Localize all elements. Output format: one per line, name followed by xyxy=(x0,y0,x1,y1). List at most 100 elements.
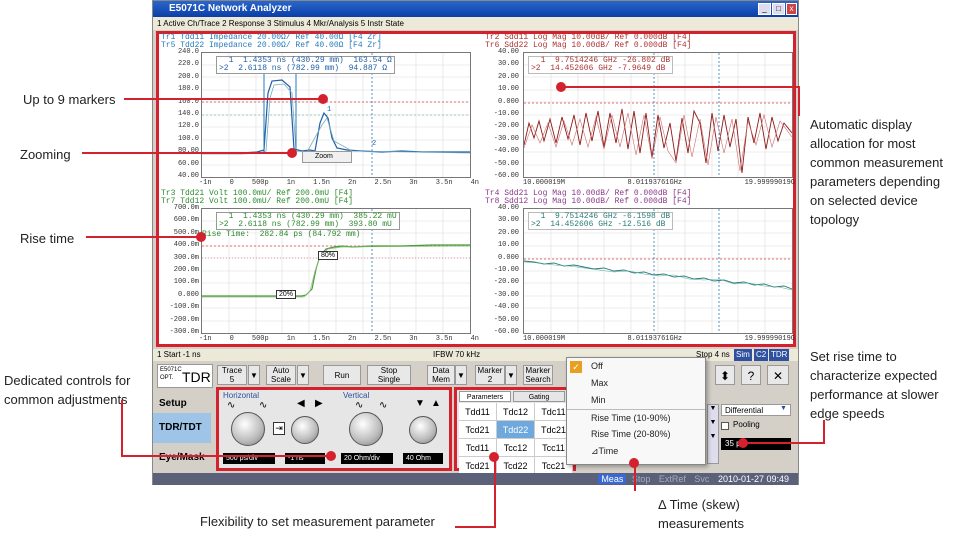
down-arrow-icon[interactable]: ▼ xyxy=(415,398,425,409)
ytick: -50.00 xyxy=(493,159,519,168)
xtick: 3n xyxy=(409,335,418,343)
zoom-context-menu[interactable]: Zoom xyxy=(302,151,352,163)
close-window-button[interactable]: x xyxy=(786,3,797,15)
xtick: 10.000019M xyxy=(523,335,566,343)
ytick: 300.0m xyxy=(173,253,199,262)
xtick: 19.99999019G xyxy=(744,179,795,187)
trace-label: Trace xyxy=(221,366,243,375)
status-start: 1 Start -1 ns xyxy=(157,350,201,359)
zoom-leader-dot xyxy=(287,148,297,158)
data-label: Data xyxy=(432,366,450,375)
window-title: E5071C Network Analyzer xyxy=(169,3,292,14)
ytick: 30.00 xyxy=(497,60,519,69)
param-cell[interactable]: Tdc12 xyxy=(497,403,535,421)
plot-tl-grid: 1 2 1 1.4353 ns (430.29 mm) 163.54 Ω >2 … xyxy=(201,52,471,178)
plot-bl-marker-box: 1 1.4353 ns (430.29 mm) 385.22 mU >2 2.6… xyxy=(216,212,400,230)
menu-bar[interactable]: 1 Active Ch/Trace 2 Response 3 Stimulus … xyxy=(153,17,798,30)
status-ifbw: IFBW 70 kHz xyxy=(433,350,481,359)
pooling-checkbox[interactable] xyxy=(721,422,729,430)
right-arrow-icon[interactable]: ▶ xyxy=(315,398,323,409)
callout-zooming: Zooming xyxy=(20,147,71,162)
up-down-icon[interactable]: ⬍ xyxy=(715,365,735,385)
xtick: 1.5n xyxy=(313,179,330,187)
data-dropdown-icon[interactable]: ▼ xyxy=(455,365,467,385)
link-icon[interactable]: ⇥ xyxy=(273,422,285,435)
param-cell-selected[interactable]: Tdd22 xyxy=(497,421,535,439)
xtick: 8.01193761GHz xyxy=(627,335,683,343)
plot-tl-yticks: 240.0 220.0 200.0 180.0 160.0 140.0 120.… xyxy=(169,48,199,184)
vertical-scale-value[interactable]: 20 Ohm/div xyxy=(341,453,393,464)
single-label: Single xyxy=(377,375,401,384)
rise-leader-dot xyxy=(196,232,206,242)
ytick: -200.0m xyxy=(169,315,199,324)
trace-button[interactable]: Trace 5 xyxy=(217,365,247,385)
tab-eye-mask[interactable]: Eye/Mask xyxy=(153,443,211,473)
param-grid: Tdd11 Tdc12 Tdc11 Tcd21 Tdd22 Tdc21 Tcd1… xyxy=(459,403,574,475)
xtick: 2.5n xyxy=(374,335,392,343)
callout-delta-time: Δ Time (skew) measurements xyxy=(658,497,744,531)
xtick: 10.000019M xyxy=(523,179,566,187)
data-mem-button[interactable]: Data Mem xyxy=(427,365,455,385)
marker-button[interactable]: Marker 2 xyxy=(475,365,505,385)
autoscale-dropdown-icon[interactable]: ▼ xyxy=(297,365,309,385)
flex-leader-vline xyxy=(494,457,496,527)
status-stop-indicator: Stop xyxy=(631,474,651,484)
status-sim: Sim xyxy=(734,349,752,361)
scroll-arrows[interactable]: ▼ ▼ ▼ xyxy=(707,404,719,464)
left-arrow-icon[interactable]: ◀ xyxy=(297,398,305,409)
callout-dedicated-controls: Dedicated controls for common adjustment… xyxy=(4,373,131,407)
run-button[interactable]: Run xyxy=(323,365,361,385)
tab-parameters[interactable]: Parameters xyxy=(459,391,511,402)
rise-time-field[interactable]: 35 ps xyxy=(721,438,791,450)
ytick: -60.00 xyxy=(493,171,519,180)
auto-leader-dot xyxy=(556,82,566,92)
setrise-leader-hline xyxy=(745,442,825,444)
menu-item-max[interactable]: Max xyxy=(567,375,705,392)
horizontal-title: Horizontal xyxy=(223,391,260,400)
xtick: -1n xyxy=(199,179,212,187)
trace-dropdown-icon[interactable]: ▼ xyxy=(248,365,260,385)
param-cell[interactable]: Tcc12 xyxy=(497,439,535,457)
xtick: -1n xyxy=(199,335,212,343)
ytick: 20.00 xyxy=(497,72,519,81)
status-extref: ExtRef xyxy=(658,474,686,484)
menu-item-off[interactable]: Off xyxy=(567,358,705,375)
marker-label: Marker xyxy=(477,366,503,375)
vertical-position-value[interactable]: 40 Ohm xyxy=(403,453,443,464)
param-cell[interactable]: Tdd11 xyxy=(459,403,497,421)
menu-item-rise-20-80[interactable]: Rise Time (20-80%) xyxy=(567,426,705,443)
ytick: 20.00 xyxy=(497,228,519,237)
vertical-scale-knob[interactable] xyxy=(349,412,383,446)
tab-gating[interactable]: Gating xyxy=(513,391,565,402)
tab-tdr-tdt[interactable]: TDR/TDT xyxy=(153,413,211,443)
vertical-scale-icon: ∿ xyxy=(355,400,364,411)
marker-search-button[interactable]: Marker Search xyxy=(523,365,553,385)
callout-rise-time: Rise time xyxy=(20,231,75,246)
xtick: 1n xyxy=(286,179,296,187)
param-cell[interactable]: Tcd21 xyxy=(459,421,497,439)
trace-value: 5 xyxy=(229,375,235,384)
analyzer-window: E5071C Network Analyzer _ □ x 1 Active C… xyxy=(152,0,799,485)
svg-text:2: 2 xyxy=(372,140,376,148)
menu-item-min[interactable]: Min xyxy=(567,392,705,409)
maximize-button[interactable]: □ xyxy=(772,3,785,15)
up-arrow-icon[interactable]: ▲ xyxy=(431,398,441,409)
xtick: 500p xyxy=(251,335,269,343)
stop-single-button[interactable]: Stop Single xyxy=(367,365,411,385)
help-button[interactable]: ? xyxy=(741,365,761,385)
marker-dropdown-icon[interactable]: ▼ xyxy=(505,365,517,385)
horizontal-scale-knob[interactable] xyxy=(231,412,265,446)
minimize-button[interactable]: _ xyxy=(758,3,771,15)
horizontal-position-knob[interactable] xyxy=(291,416,319,444)
ytick: -20.00 xyxy=(493,278,519,287)
vertical-position-knob[interactable] xyxy=(409,416,437,444)
menu-item-rise-10-90[interactable]: Rise Time (10-90%) xyxy=(567,409,705,426)
chevron-down-icon[interactable]: ▼ xyxy=(780,405,787,412)
callout-set-rise: Set rise time to characterize expected p… xyxy=(810,349,939,421)
plot-bl-marker-2: >2 2.6118 ns (782.99 mm) 393.80 mU xyxy=(219,220,392,229)
vertical-wave-icon: ∿ xyxy=(379,400,388,411)
ytick: 100.0 xyxy=(177,134,199,143)
tdr-logo: E5071C OPT. TDR xyxy=(157,364,213,388)
close-panel-button[interactable]: ✕ xyxy=(767,365,789,385)
autoscale-button[interactable]: Auto Scale xyxy=(266,365,296,385)
